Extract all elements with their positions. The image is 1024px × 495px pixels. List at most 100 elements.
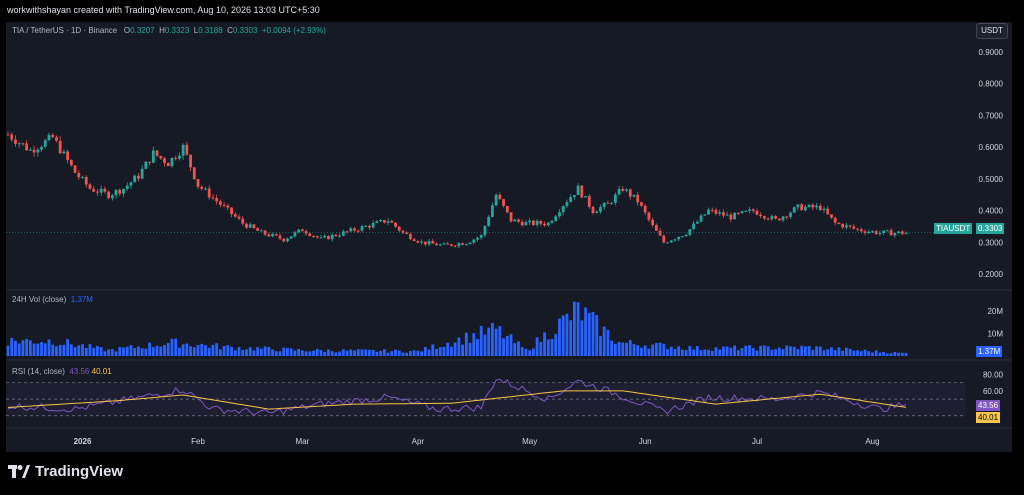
volume-bar (453, 342, 457, 356)
volume-bar (606, 330, 610, 356)
volume-bar (528, 350, 532, 356)
price-axis-tick: 0.9000 (979, 48, 1004, 57)
candle-body (707, 209, 710, 215)
candle-body (21, 143, 25, 145)
candle-body (166, 163, 170, 167)
candle-body (245, 223, 248, 228)
candle-body (6, 134, 10, 136)
volume-bar (681, 349, 684, 356)
candle-body (617, 188, 621, 195)
volume-bar (360, 349, 364, 356)
volume-bar (844, 347, 848, 356)
candle-body (748, 209, 751, 211)
candle-body (315, 236, 319, 238)
candle-body (226, 205, 230, 208)
candle-body (32, 149, 36, 153)
candle-body (371, 222, 375, 228)
volume-bar (341, 349, 345, 356)
volume-bar (349, 349, 353, 356)
volume-bar (863, 349, 867, 356)
candle-body (774, 216, 777, 219)
candle-body (841, 223, 845, 228)
volume-bar (476, 338, 479, 356)
volume-bar (531, 348, 535, 356)
volume-bar (751, 348, 755, 356)
volume-bar (222, 346, 226, 356)
candle-body (815, 205, 818, 208)
volume-bar (878, 352, 882, 356)
volume-bar (483, 334, 487, 356)
candle-body (818, 205, 822, 211)
candle-body (837, 222, 841, 224)
candle-body (587, 196, 591, 207)
volume-bar (587, 312, 591, 356)
candle-body (599, 207, 602, 212)
volume-axis-tick: 20M (987, 307, 1003, 316)
candle-body (591, 206, 595, 214)
volume-bar (368, 349, 371, 356)
volume-bar (427, 349, 431, 356)
chart-canvas[interactable]: 0.9000 0.8000 0.7000 0.6000 0.5000 0.4000 0.30… (6, 22, 1012, 452)
volume-bar (710, 350, 714, 356)
candle-body (457, 243, 461, 247)
tradingview-logo[interactable]: TradingView (8, 463, 123, 480)
candle-body (531, 220, 535, 225)
candle-body (107, 191, 111, 199)
candle-body (442, 243, 446, 245)
candle-body (669, 240, 673, 243)
candle-body (73, 165, 77, 173)
candle-body (699, 215, 703, 222)
volume-bar (763, 345, 766, 356)
rsi-axis-tick: 80.00 (983, 370, 1004, 379)
volume-bar (695, 346, 699, 356)
chart-panel[interactable]: 0.9000 0.8000 0.7000 0.6000 0.5000 0.4000 0.30… (6, 22, 1012, 452)
candle-body (248, 224, 252, 228)
candle-body (833, 217, 837, 223)
currency-button[interactable]: USDT (976, 23, 1008, 39)
volume-bar (494, 328, 498, 356)
volume-bar (599, 336, 602, 356)
volume-bar (766, 346, 770, 356)
candle-body (632, 194, 636, 197)
candle-body (628, 189, 632, 197)
candle-body (789, 212, 792, 217)
volume-bar (133, 348, 137, 356)
candle-body (397, 226, 401, 231)
volume-bar (736, 350, 740, 356)
volume-bar (286, 348, 289, 356)
volume-bar (185, 343, 189, 356)
candle-body (215, 197, 219, 202)
volume-bar (211, 344, 215, 356)
candle-body (125, 185, 129, 189)
candle-body (695, 221, 699, 224)
volume-bar (200, 343, 204, 356)
volume-bar (73, 347, 77, 356)
candle-body (25, 143, 29, 151)
candle-body (517, 219, 520, 222)
volume-bar (897, 352, 900, 356)
time-axis-tick: Apr (412, 437, 425, 446)
rsi-label: RSI (14, close) (12, 367, 65, 376)
volume-bar (520, 347, 524, 356)
candle-body (282, 238, 286, 242)
candle-body (859, 229, 863, 232)
candle-body (621, 188, 625, 191)
volume-bar (382, 349, 386, 356)
volume-bar (36, 343, 40, 356)
candle-body (230, 207, 233, 215)
volume-bar (416, 350, 420, 356)
volume-bar (442, 346, 446, 356)
candle-body (468, 242, 472, 245)
candle-body (289, 236, 293, 239)
candle-body (200, 186, 204, 189)
time-axis-tick: 2026 (74, 437, 92, 446)
candle-body (69, 159, 73, 166)
candle-body (505, 205, 509, 213)
candle-body (878, 233, 882, 235)
volume-bar (345, 350, 349, 356)
candle-body (196, 179, 200, 187)
time-axis-tick: Mar (295, 437, 309, 446)
candle-body (807, 204, 811, 207)
candle-body (744, 210, 748, 212)
candle-body (103, 188, 107, 192)
